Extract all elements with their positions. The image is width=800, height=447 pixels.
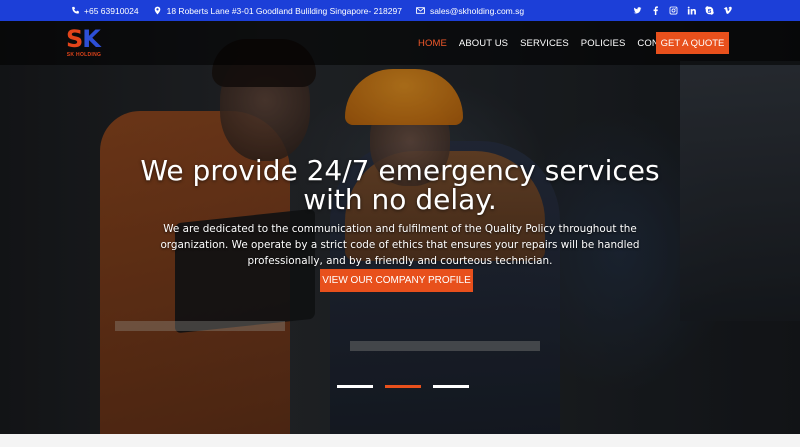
twitter-icon[interactable] [628, 0, 646, 21]
slider-dot-1[interactable] [337, 385, 373, 388]
instagram-icon[interactable] [664, 0, 682, 21]
logo-mark: SK [66, 25, 101, 53]
linkedin-icon[interactable] [682, 0, 700, 21]
nav-about-us[interactable]: ABOUT US [459, 38, 508, 49]
facebook-icon[interactable] [646, 0, 664, 21]
email-contact[interactable]: sales@skholding.com.sg [416, 6, 524, 16]
headline-line-2: with no delay. [303, 183, 497, 216]
email-address: sales@skholding.com.sg [429, 5, 525, 16]
view-company-profile-button[interactable]: VIEW OUR COMPANY PROFILE [320, 269, 473, 292]
description-line-2: organization. We operate by a strict cod… [160, 239, 640, 251]
next-section-edge [0, 434, 800, 447]
site-header: SK SK HOLDING HOME ABOUT US SERVICES POL… [0, 21, 800, 65]
contact-info: +65 63910024 18 Roberts Lane #3-01 Goodl… [70, 6, 538, 16]
hero-description: We are dedicated to the communication an… [150, 221, 650, 269]
slider-dot-3[interactable] [433, 385, 469, 388]
vimeo-icon[interactable] [718, 0, 736, 21]
nav-policies[interactable]: POLICIES [581, 38, 626, 49]
logo-text: SK HOLDING [66, 52, 102, 58]
social-links [628, 0, 736, 21]
map-marker-icon [153, 6, 163, 16]
slider-dot-2[interactable] [385, 385, 421, 388]
nav-services[interactable]: SERVICES [520, 38, 569, 49]
main-nav: HOME ABOUT US SERVICES POLICIES CONTACT [418, 21, 695, 65]
sk-holding-logo[interactable]: SK SK HOLDING [63, 26, 105, 58]
slider-pagination [337, 385, 481, 388]
logo-letter-s: S [66, 25, 83, 53]
skype-icon[interactable] [700, 0, 718, 21]
phone-contact[interactable]: +65 63910024 [70, 6, 139, 16]
nav-home[interactable]: HOME [418, 38, 447, 49]
top-contact-bar: +65 63910024 18 Roberts Lane #3-01 Goodl… [0, 0, 800, 21]
hero-headline: We provide 24/7 emergency services with … [100, 156, 700, 214]
address-contact: 18 Roberts Lane #3-01 Goodland Bulilding… [153, 6, 402, 16]
get-a-quote-button[interactable]: GET A QUOTE [656, 32, 729, 54]
description-line-1: We are dedicated to the communication an… [163, 223, 637, 235]
logo-letter-k: K [82, 25, 101, 53]
phone-number: +65 63910024 [84, 5, 139, 16]
envelope-icon [416, 6, 426, 16]
address-text: 18 Roberts Lane #3-01 Goodland Bulilding… [166, 5, 402, 16]
description-line-3: professionally, and by a friendly and co… [247, 255, 553, 267]
phone-icon [70, 6, 80, 16]
